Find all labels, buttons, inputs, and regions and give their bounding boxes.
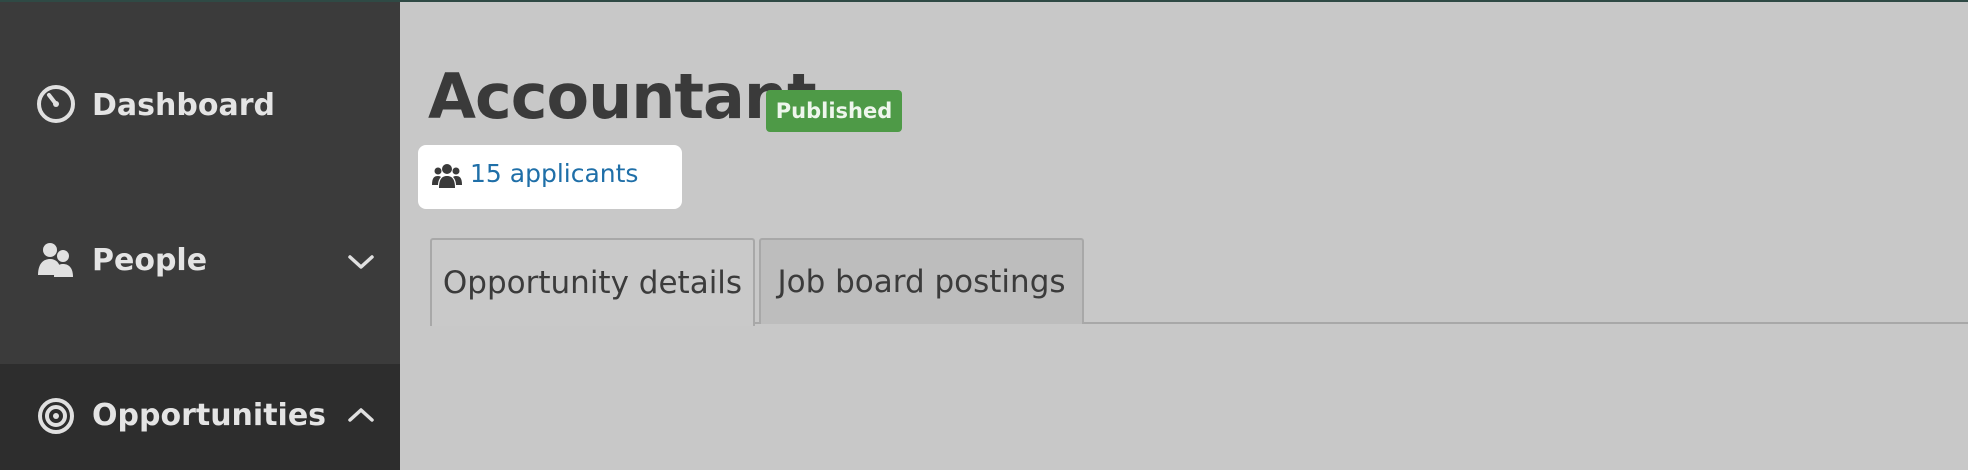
- sidebar-item-dashboard[interactable]: Dashboard: [0, 52, 400, 162]
- applicants-link[interactable]: 15 applicants: [418, 145, 682, 209]
- users-group-icon: [432, 161, 462, 191]
- chevron-up-icon: [344, 398, 378, 432]
- status-badge: Published: [766, 90, 902, 132]
- people-icon: [36, 239, 76, 279]
- tab-active-gap: [432, 322, 753, 324]
- tab-opportunity-details[interactable]: Opportunity details: [430, 238, 755, 326]
- page-title: Accountant: [428, 60, 817, 133]
- sidebar: Dashboard People Opportunities: [0, 2, 400, 470]
- tab-job-board-postings[interactable]: Job board postings: [759, 238, 1084, 324]
- chevron-down-icon: [344, 245, 378, 279]
- target-icon: [36, 396, 76, 436]
- dashboard-gauge-icon: [36, 84, 76, 124]
- applicants-count-label: 15 applicants: [470, 159, 639, 188]
- sidebar-item-opportunities[interactable]: Opportunities: [0, 364, 400, 470]
- sidebar-item-label: People: [92, 243, 208, 278]
- sidebar-item-people[interactable]: People: [0, 207, 400, 317]
- sidebar-item-label: Dashboard: [92, 88, 275, 123]
- sidebar-item-label: Opportunities: [92, 398, 327, 433]
